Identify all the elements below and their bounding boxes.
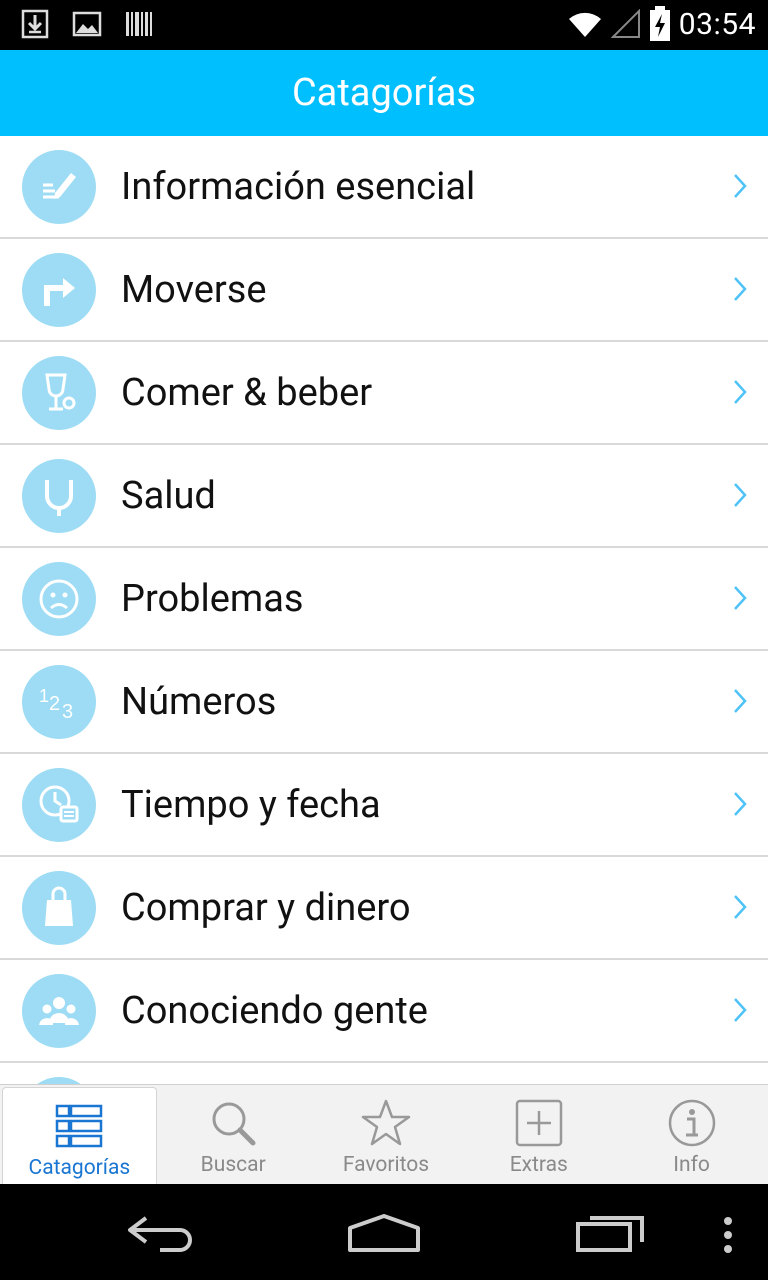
svg-text:3: 3 — [62, 701, 73, 723]
category-row-partial[interactable] — [0, 1063, 768, 1084]
chevron-right-icon — [734, 483, 747, 507]
plus-box-icon — [515, 1099, 563, 1147]
svg-text:2: 2 — [49, 693, 60, 715]
tab-label: Catagorías — [28, 1156, 131, 1180]
search-icon — [212, 1102, 256, 1146]
image-icon — [72, 11, 102, 37]
info-icon — [668, 1099, 715, 1147]
chevron-right-icon — [734, 895, 747, 919]
status-bar: 03:54 — [0, 0, 768, 50]
list-icon — [56, 1104, 103, 1148]
sad-face-icon — [22, 562, 96, 636]
wifi-icon — [568, 12, 601, 37]
category-label: Conociendo gente — [121, 988, 428, 1033]
chevron-right-icon — [734, 689, 747, 713]
tab-info[interactable]: Info — [615, 1085, 768, 1185]
people-group-icon — [22, 974, 96, 1048]
tab-extras[interactable]: Extras — [462, 1085, 615, 1185]
category-label: Comprar y dinero — [121, 885, 411, 930]
chevron-right-icon — [734, 277, 747, 301]
page-title: Catagorías — [291, 71, 477, 115]
chevron-right-icon — [734, 998, 747, 1022]
category-label: Moverse — [121, 267, 267, 312]
clock-calendar-icon — [22, 768, 96, 842]
download-icon — [21, 9, 49, 39]
tab-catagorias[interactable]: Catagorías — [2, 1087, 157, 1185]
category-row-moverse[interactable]: Moverse — [0, 239, 768, 342]
category-row-conociendo-gente[interactable]: Conociendo gente — [0, 960, 768, 1063]
battery-charging-icon — [649, 6, 670, 41]
glass-icon — [22, 356, 96, 430]
tab-label: Buscar — [200, 1153, 266, 1177]
tab-buscar[interactable]: Buscar — [157, 1085, 310, 1185]
signal-icon — [610, 9, 640, 38]
tab-label: Favoritos — [342, 1153, 430, 1177]
tab-label: Extras — [509, 1153, 568, 1177]
chevron-right-icon — [734, 174, 747, 198]
tab-bar: Catagorías Buscar Favoritos Extras Info — [0, 1084, 768, 1185]
recent-apps-icon[interactable] — [574, 1210, 646, 1254]
back-icon[interactable] — [124, 1210, 194, 1254]
turn-right-arrow-icon — [22, 253, 96, 327]
chevron-right-icon — [734, 380, 747, 404]
overflow-menu-icon[interactable] — [720, 1216, 736, 1256]
category-row-comer-beber[interactable]: Comer & beber — [0, 342, 768, 445]
shopping-bag-icon — [22, 871, 96, 945]
status-time: 03:54 — [678, 6, 756, 42]
category-row-comprar-dinero[interactable]: Comprar y dinero — [0, 857, 768, 960]
chevron-right-icon — [734, 586, 747, 610]
stethoscope-icon — [22, 459, 96, 533]
category-label: Salud — [121, 473, 216, 518]
tab-label: Info — [673, 1153, 710, 1177]
category-label: Números — [121, 679, 277, 724]
app-bar: Catagorías — [0, 50, 768, 136]
category-label: Problemas — [121, 576, 304, 621]
category-row-tiempo-fecha[interactable]: Tiempo y fecha — [0, 754, 768, 857]
chevron-right-icon — [734, 792, 747, 816]
category-row-numeros[interactable]: 123 Números — [0, 651, 768, 754]
category-row-informacion-esencial[interactable]: Información esencial — [0, 136, 768, 239]
category-icon — [22, 1077, 96, 1084]
numbers-123-icon: 123 — [22, 665, 96, 739]
category-row-problemas[interactable]: Problemas — [0, 548, 768, 651]
system-nav-bar — [0, 1184, 768, 1280]
home-icon[interactable] — [346, 1210, 422, 1254]
barcode-icon — [126, 12, 152, 36]
star-icon — [361, 1099, 411, 1146]
svg-text:1: 1 — [39, 686, 49, 706]
category-label: Información esencial — [121, 164, 476, 209]
pencil-note-icon — [22, 150, 96, 224]
category-label: Tiempo y fecha — [121, 782, 381, 827]
category-row-salud[interactable]: Salud — [0, 445, 768, 548]
category-list: Información esencial Moverse Comer & beb… — [0, 136, 768, 1084]
category-label: Comer & beber — [121, 370, 373, 415]
tab-favoritos[interactable]: Favoritos — [310, 1085, 463, 1185]
